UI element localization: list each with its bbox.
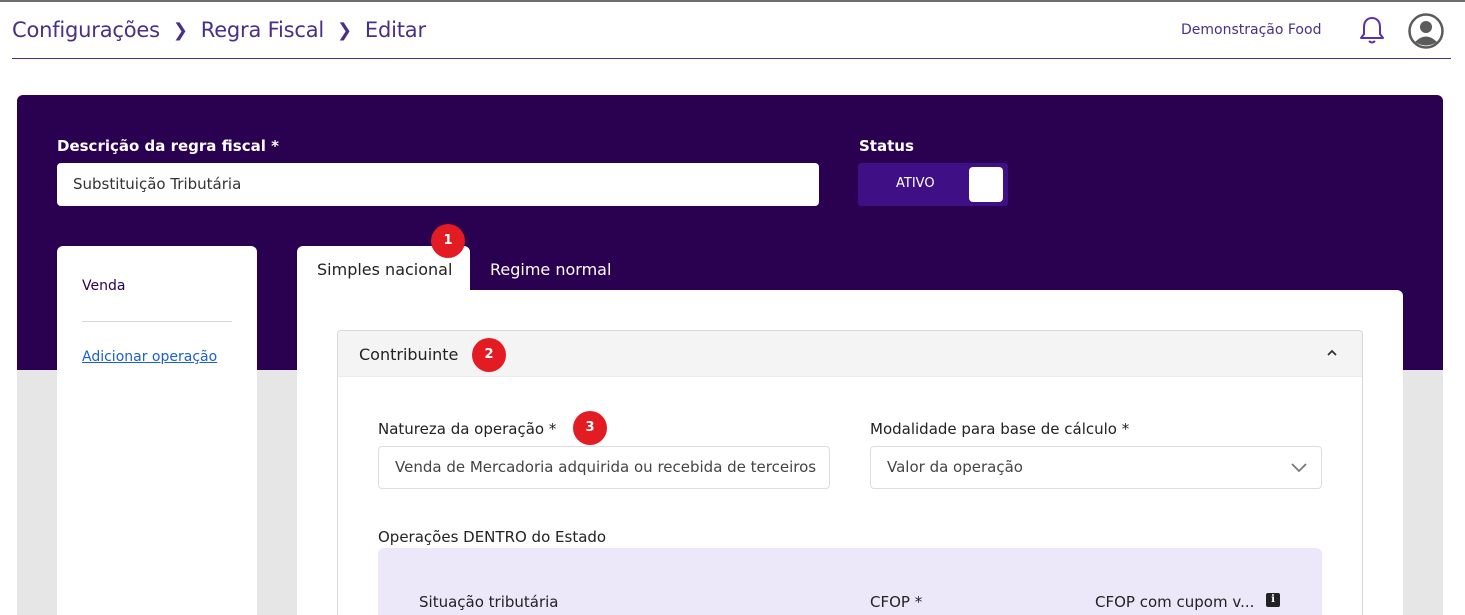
page-header: Configurações ❯ Regra Fiscal ❯ Editar De… [0,2,1465,58]
user-avatar-icon[interactable] [1408,13,1444,49]
status-toggle-knob[interactable] [969,167,1003,202]
column-cfop-cupom: CFOP com cupom v... [1095,593,1255,611]
company-name[interactable]: Demonstração Food [1181,22,1321,38]
status-toggle[interactable]: ATIVO [858,163,1008,206]
chevron-right-icon: ❯ [337,19,352,41]
chevron-right-icon: ❯ [172,19,188,41]
inside-state-label: Operações DENTRO do Estado [378,528,607,546]
info-icon[interactable]: i [1266,593,1280,607]
step-badge-3: 3 [573,411,607,445]
modalidade-select[interactable]: Valor da operação [870,446,1322,489]
step-badge-1: 1 [431,224,465,258]
sidebar-divider [82,321,232,322]
breadcrumb-editar: Editar [364,18,426,42]
add-operation-link[interactable]: Adicionar operação [82,349,217,365]
header-divider [12,58,1451,59]
breadcrumb-regra-fiscal[interactable]: Regra Fiscal [201,18,324,42]
description-input[interactable]: Substituição Tributária [57,163,819,206]
accordion-title: Contribuinte [359,345,459,364]
bell-icon[interactable] [1357,14,1387,46]
tab-regime-normal[interactable]: Regime normal [490,260,611,279]
tab-simples-nacional-label: Simples nacional [317,260,453,279]
breadcrumb-configuracoes[interactable]: Configurações [12,18,160,42]
natureza-input[interactable]: Venda de Mercadoria adquirida ou recebid… [378,446,830,489]
chevron-down-icon[interactable] [1291,463,1307,473]
chevron-up-icon[interactable] [1326,347,1338,359]
sidebar-item-venda[interactable]: Venda [82,278,125,294]
step-badge-2: 2 [472,338,506,372]
natureza-label: Natureza da operação * [378,420,557,438]
modalidade-label: Modalidade para base de cálculo * [870,420,1130,438]
modalidade-selected-value: Valor da operação [887,458,1023,476]
description-label: Descrição da regra fiscal * [57,137,279,155]
column-situacao-tributaria: Situação tributária [419,593,559,611]
breadcrumb: Configurações ❯ Regra Fiscal ❯ Editar [12,18,426,42]
operations-sidebar: Venda Adicionar operação [57,246,257,615]
column-cfop: CFOP * [870,593,923,611]
status-toggle-text: ATIVO [896,176,935,191]
status-label: Status [859,137,914,155]
